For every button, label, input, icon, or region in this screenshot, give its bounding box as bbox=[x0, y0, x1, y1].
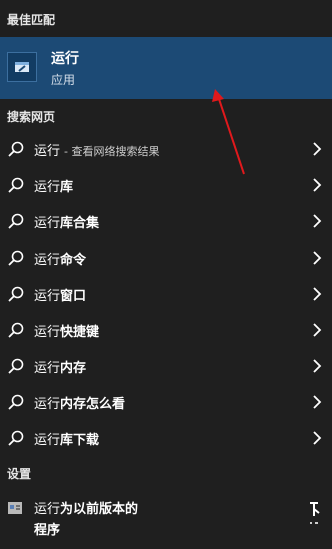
search-icon bbox=[8, 286, 24, 302]
web-result-4[interactable]: 运行命令 bbox=[0, 240, 332, 276]
web-search-header: 搜索网页 bbox=[7, 110, 56, 124]
best-match-header: 最佳匹配 bbox=[7, 13, 56, 27]
settings-item-line1: 运行为以前版本的 bbox=[34, 502, 139, 517]
settings-item-line2: 程序 bbox=[34, 523, 61, 538]
search-icon bbox=[8, 394, 24, 410]
chevron-right-icon[interactable] bbox=[312, 142, 322, 156]
web-result-7[interactable]: 运行内存 bbox=[0, 348, 332, 384]
web-result-1[interactable]: 运行 - 查看网络搜索结果 bbox=[0, 131, 332, 167]
search-icon bbox=[8, 322, 24, 338]
web-result-label: 运行窗口 bbox=[34, 289, 87, 304]
search-icon bbox=[8, 213, 24, 229]
web-result-8[interactable]: 运行内存怎么看 bbox=[0, 384, 332, 420]
web-result-label: 运行库下载 bbox=[34, 433, 100, 448]
web-result-label: 运行库合集 bbox=[34, 216, 100, 231]
web-result-label: 运行快捷键 bbox=[34, 325, 100, 340]
best-match-item-run[interactable]: 运行 应用 bbox=[0, 37, 332, 99]
search-icon bbox=[8, 177, 24, 193]
settings-item-compatibility[interactable]: 运行为以前版本的 程序 bbox=[0, 490, 332, 546]
web-result-6[interactable]: 运行快捷键 bbox=[0, 312, 332, 348]
best-match-title: 运行 bbox=[51, 51, 79, 67]
web-result-label: 运行内存 bbox=[34, 361, 87, 376]
web-result-label: 运行内存怎么看 bbox=[34, 397, 126, 412]
web-result-label: 运行命令 bbox=[34, 253, 87, 268]
search-icon bbox=[8, 141, 24, 157]
search-icon bbox=[8, 430, 24, 446]
search-icon bbox=[8, 250, 24, 266]
chevron-right-icon[interactable] bbox=[312, 323, 322, 337]
web-result-3[interactable]: 运行库合集 bbox=[0, 203, 332, 239]
chevron-right-icon[interactable] bbox=[312, 431, 322, 445]
chevron-right-icon[interactable] bbox=[312, 359, 322, 373]
chevron-right-icon[interactable] bbox=[312, 287, 322, 301]
chevron-right-icon[interactable] bbox=[312, 178, 322, 192]
settings-header: 设置 bbox=[7, 467, 32, 481]
chevron-right-icon[interactable] bbox=[312, 251, 322, 265]
web-result-5[interactable]: 运行窗口 bbox=[0, 276, 332, 312]
search-icon bbox=[8, 358, 24, 374]
web-result-label: 运行 - 查看网络搜索结果 bbox=[34, 144, 160, 159]
web-result-label: 运行库 bbox=[34, 180, 74, 195]
best-match-subtitle: 应用 bbox=[51, 73, 76, 87]
web-result-9[interactable]: 运行库下载 bbox=[0, 420, 332, 456]
watermark-icon bbox=[310, 502, 320, 524]
run-app-icon bbox=[7, 52, 37, 82]
chevron-right-icon[interactable] bbox=[312, 395, 322, 409]
chevron-right-icon[interactable] bbox=[312, 214, 322, 228]
compatibility-settings-icon bbox=[8, 502, 22, 514]
web-result-2[interactable]: 运行库 bbox=[0, 167, 332, 203]
